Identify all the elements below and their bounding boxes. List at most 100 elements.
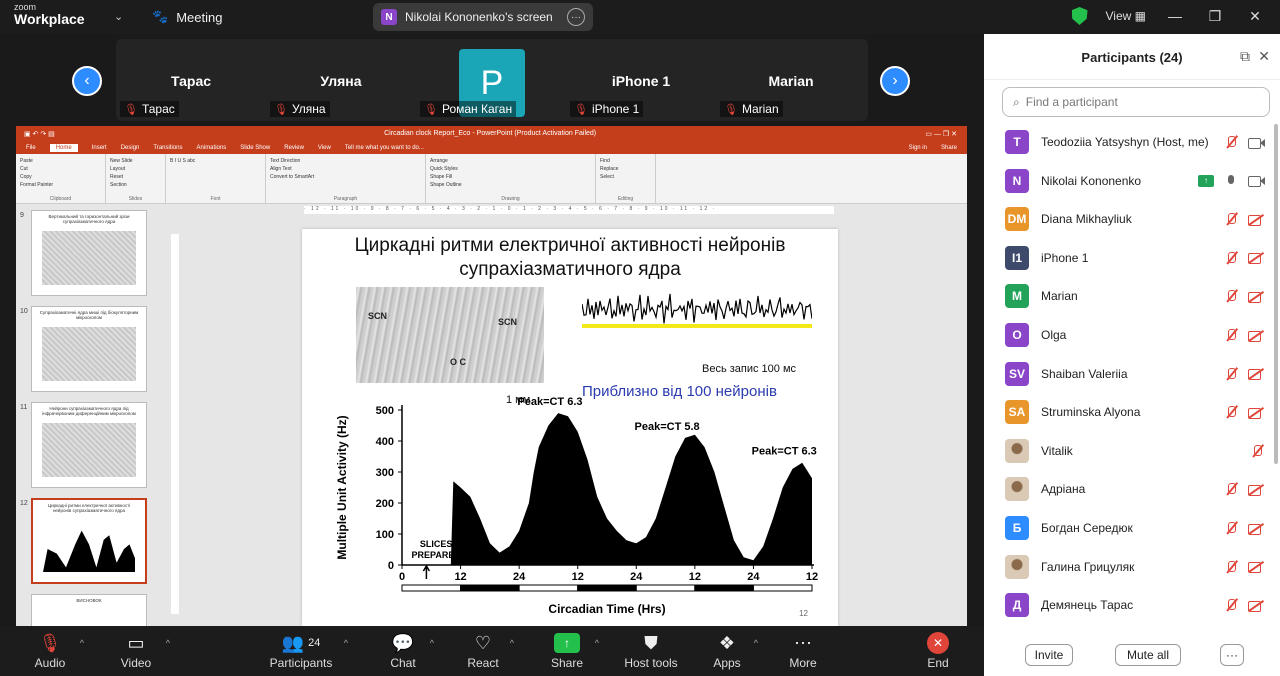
participant-row[interactable]: SA Struminska Alyona (984, 394, 1276, 430)
shape-outline-button[interactable]: Shape Outline (430, 181, 591, 189)
mute-all-button[interactable]: Mute all (1115, 644, 1181, 666)
video-on-icon[interactable] (1248, 175, 1265, 188)
sign-in-link[interactable]: Sign in (909, 145, 927, 151)
participant-row[interactable]: O Olga (984, 317, 1276, 353)
more-button[interactable]: ⋯ More (786, 630, 820, 674)
end-meeting-button[interactable]: ✕ End (923, 630, 953, 674)
arrange-button[interactable]: Arrange (430, 157, 591, 165)
mic-off-icon[interactable] (1224, 328, 1238, 342)
video-off-icon[interactable] (1248, 484, 1264, 496)
participant-row[interactable]: DM Diana Mikhayliuk (984, 201, 1276, 237)
share-link[interactable]: Share (941, 145, 967, 151)
share-screen-button[interactable]: ↑ Share ^ (549, 630, 599, 674)
chat-button[interactable]: 💬 Chat ^ (386, 630, 434, 674)
participant-row[interactable]: Д Демянець Тарас (984, 587, 1276, 622)
caret-up-icon[interactable]: ^ (430, 638, 434, 648)
video-off-icon[interactable] (1248, 523, 1264, 535)
slide-thumbnail[interactable]: Нейрони супрахіазматичного ядра під інфр… (31, 402, 147, 488)
slide-canvas[interactable]: Циркадні ритми електричної активності не… (302, 229, 838, 626)
tab-view[interactable]: View (318, 145, 331, 151)
invite-button[interactable]: Invite (1025, 644, 1073, 666)
chevron-down-icon[interactable]: ⌄ (114, 10, 123, 23)
caret-up-icon[interactable]: ^ (80, 638, 84, 648)
participant-row[interactable]: Б Богдан Середюк (984, 510, 1276, 546)
mic-off-icon[interactable] (1224, 251, 1238, 265)
tab-review[interactable]: Review (284, 145, 304, 151)
video-off-icon[interactable] (1248, 330, 1264, 342)
select-button[interactable]: Select (600, 173, 651, 181)
minimize-button[interactable]: — (1164, 8, 1186, 24)
participant-row[interactable]: N Nikolai Kononenko ↑ (984, 163, 1276, 199)
participant-list-scrollbar[interactable] (1274, 124, 1278, 464)
mic-off-icon[interactable] (1224, 598, 1238, 612)
video-tile[interactable]: Уляна 🎙 Уляна (266, 39, 416, 121)
meeting-menu[interactable]: 🐾 Meeting (152, 9, 222, 25)
search-input[interactable] (1025, 95, 1246, 109)
mic-off-icon[interactable] (1224, 367, 1238, 381)
caret-up-icon[interactable]: ^ (754, 638, 758, 648)
mic-off-icon[interactable] (1224, 405, 1238, 419)
restore-button[interactable]: ❐ (1204, 8, 1226, 25)
tell-me-box[interactable]: Tell me what you want to do... (345, 145, 424, 151)
tab-design[interactable]: Design (121, 145, 140, 151)
video-button[interactable]: ▭ Video ^ (116, 630, 170, 674)
slide-thumbnail-selected[interactable]: Циркадні ритми електричної активності не… (31, 498, 147, 584)
slide-thumbnail[interactable]: Вертикальний та горизонтальний зрізи суп… (31, 210, 147, 296)
copy-button[interactable]: Copy (20, 173, 101, 181)
font-controls[interactable]: B I U S abc (170, 157, 261, 165)
mic-off-icon[interactable] (1250, 444, 1264, 458)
video-off-icon[interactable] (1248, 600, 1264, 612)
caret-up-icon[interactable]: ^ (510, 638, 514, 648)
host-tools-button[interactable]: ⛊ Host tools (624, 630, 678, 674)
mic-off-icon[interactable] (1224, 289, 1238, 303)
text-direction-button[interactable]: Text Direction (270, 157, 421, 165)
screen-share-pill[interactable]: N Nikolai Kononenko's screen ··· (373, 3, 593, 31)
close-icon[interactable]: ✕ (1258, 48, 1270, 65)
cut-button[interactable]: Cut (20, 165, 101, 173)
tab-home[interactable]: Home (49, 143, 78, 152)
caret-up-icon[interactable]: ^ (166, 638, 170, 648)
mic-on-icon[interactable] (1224, 174, 1238, 188)
video-off-icon[interactable] (1248, 368, 1264, 381)
align-text-button[interactable]: Align Text (270, 165, 421, 173)
mic-off-icon[interactable] (1224, 521, 1238, 535)
format-painter-button[interactable]: Format Painter (20, 181, 101, 189)
more-button[interactable]: ··· (1220, 644, 1244, 666)
close-button[interactable]: ✕ (1244, 8, 1266, 25)
previous-page-button[interactable]: ‹ (72, 66, 102, 96)
video-off-icon[interactable] (1248, 214, 1264, 226)
reset-button[interactable]: Reset (110, 173, 161, 181)
participant-row[interactable]: T Teodoziia Yatsyshyn (Host, me) (984, 124, 1276, 160)
shield-icon[interactable] (1071, 7, 1088, 25)
paste-button[interactable]: Paste (20, 157, 101, 165)
slide-thumbnail[interactable]: Супрахіазматичні ядра миші під біокулято… (31, 306, 147, 392)
tab-transitions[interactable]: Transitions (153, 145, 182, 151)
participant-row[interactable]: SV Shaiban Valeriia (984, 356, 1276, 392)
video-off-icon[interactable] (1248, 561, 1264, 574)
convert-smartart-button[interactable]: Convert to SmartArt (270, 173, 421, 181)
view-menu[interactable]: View ▦ (1106, 9, 1146, 23)
replace-button[interactable]: Replace (600, 165, 651, 173)
mic-off-icon[interactable] (1224, 135, 1238, 149)
video-on-icon[interactable] (1248, 137, 1265, 149)
video-off-icon[interactable] (1248, 252, 1264, 265)
more-options-icon[interactable]: ··· (567, 8, 585, 26)
next-page-button[interactable]: › (880, 66, 910, 96)
mic-off-icon[interactable] (1224, 212, 1238, 226)
participant-search[interactable]: ⌕ (1002, 87, 1270, 117)
tab-insert[interactable]: Insert (92, 145, 107, 151)
mic-off-icon[interactable] (1224, 560, 1238, 574)
participants-button[interactable]: 👥 24 Participants ^ (268, 630, 348, 674)
tab-file[interactable]: File (26, 145, 36, 151)
tab-animations[interactable]: Animations (197, 145, 227, 151)
video-tile[interactable]: iPhone 1 🎙 iPhone 1 (566, 39, 716, 121)
tab-slide-show[interactable]: Slide Show (240, 145, 270, 151)
video-tile[interactable]: P 🎙 Роман Каган (416, 39, 566, 121)
react-button[interactable]: ♡ React ^ (466, 630, 514, 674)
shape-fill-button[interactable]: Shape Fill (430, 173, 591, 181)
slide-thumbnail[interactable]: ВИСНОВОК (31, 594, 147, 626)
participant-row[interactable]: Адріана (984, 471, 1276, 507)
section-button[interactable]: Section (110, 181, 161, 189)
participant-row[interactable]: M Marian (984, 278, 1276, 314)
new-slide-button[interactable]: New Slide (110, 157, 161, 165)
